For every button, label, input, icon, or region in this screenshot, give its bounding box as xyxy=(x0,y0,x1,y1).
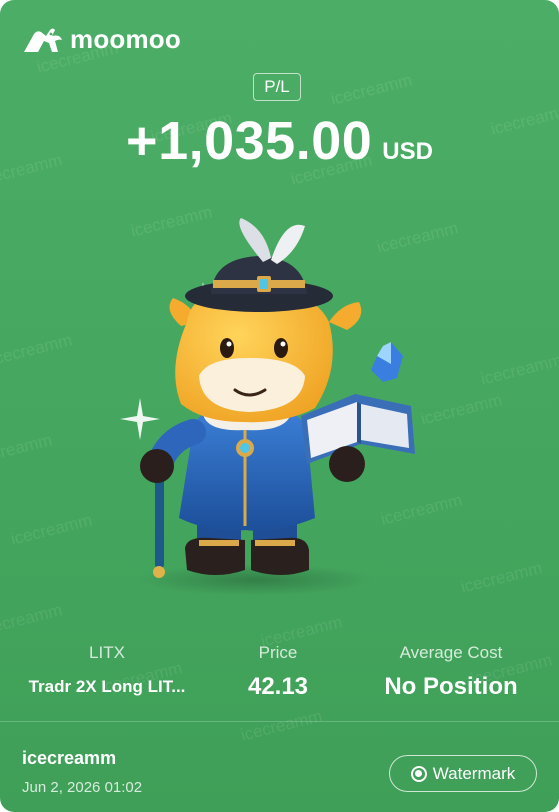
radio-checked-icon xyxy=(410,765,427,782)
brand-name: moomoo xyxy=(70,24,181,54)
pnl-currency: USD xyxy=(382,138,433,165)
watermark-text: icecreamm xyxy=(458,558,545,597)
average-cost-stat: Average Cost No Position xyxy=(356,643,546,701)
pl-badge: P/L xyxy=(253,73,301,101)
average-cost-value: No Position xyxy=(384,673,518,700)
watermark-text: icecreamm xyxy=(8,510,95,549)
watermark-text: icecreamm xyxy=(0,330,75,369)
symbol-name: Tradr 2X Long LIT... xyxy=(28,677,186,696)
symbol-stat: LITX Tradr 2X Long LIT... xyxy=(14,643,200,697)
share-card: icecreamm icecreamm icecreamm icecreamm … xyxy=(0,0,559,812)
footer-divider xyxy=(0,721,559,722)
watermark-toggle-button[interactable]: Watermark xyxy=(389,755,537,792)
watermark-text: icecreamm xyxy=(478,350,559,389)
symbol-label: LITX xyxy=(89,643,125,662)
average-cost-label: Average Cost xyxy=(399,643,503,662)
position-stats: LITX Tradr 2X Long LIT... Price 42.13 Av… xyxy=(0,643,559,703)
username: icecreamm xyxy=(22,748,117,768)
watermark-text: icecreamm xyxy=(238,706,325,745)
watermark-text: icecreamm xyxy=(0,600,65,639)
bull-mascot-illustration xyxy=(120,218,415,596)
price-stat: Price 42.13 xyxy=(198,643,358,701)
bull-logo-icon xyxy=(24,28,62,52)
timestamp: Jun 2, 2026 01:02 xyxy=(22,779,143,796)
pnl-amount: +1,035.00 USD xyxy=(0,110,559,172)
price-label: Price xyxy=(258,643,298,662)
watermark-text: icecreamm xyxy=(0,430,55,469)
price-value: 42.13 xyxy=(247,673,309,700)
watermark-text: icecreamm xyxy=(328,70,415,109)
watermark-button-label: Watermark xyxy=(432,763,516,783)
brand-logo: moomoo xyxy=(22,24,181,55)
pnl-value: +1,035.00 xyxy=(126,111,373,171)
